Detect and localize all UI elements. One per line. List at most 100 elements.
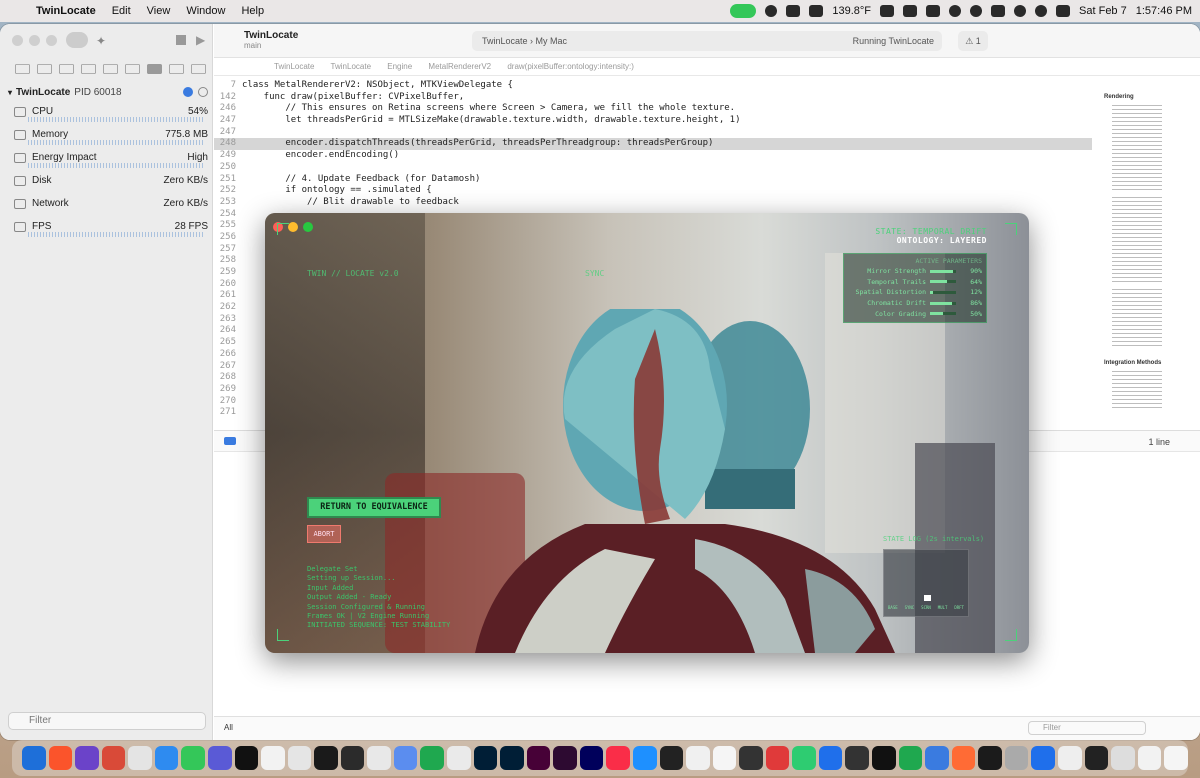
menu-help[interactable]: Help — [233, 5, 272, 17]
breadcrumb-item[interactable]: TwinLocate — [331, 62, 371, 71]
dock-app-icon[interactable] — [978, 746, 1002, 770]
console-toggle-icon[interactable] — [224, 437, 236, 445]
navigator-filter-field[interactable]: Filter — [8, 712, 206, 730]
k-icon[interactable] — [903, 5, 918, 17]
gauge-disk[interactable]: Disk Zero KB/s — [8, 169, 208, 192]
dock-app-icon[interactable] — [659, 746, 684, 770]
dock-app-icon[interactable] — [1111, 746, 1135, 770]
wifi-icon[interactable] — [1014, 5, 1027, 17]
breadcrumb-item[interactable]: TwinLocate — [274, 62, 314, 71]
dock-app-icon[interactable] — [1004, 746, 1029, 770]
bookmark-icon[interactable] — [59, 64, 74, 74]
dock-app-icon[interactable] — [367, 746, 391, 770]
parameter-row[interactable]: Spatial Distortion 12% — [848, 287, 982, 298]
gauge-cpu[interactable]: CPU 54% — [8, 100, 208, 123]
dock-app-icon[interactable] — [314, 746, 338, 770]
dock-app-icon[interactable] — [447, 746, 471, 770]
dock-app-icon[interactable] — [234, 746, 259, 770]
temperature-readout[interactable]: 139.8°F — [832, 5, 871, 17]
process-header[interactable]: ▾ TwinLocate PID 60018 — [8, 84, 208, 100]
dock-app-icon[interactable] — [951, 746, 976, 770]
sidebar-toggle-icon[interactable] — [66, 32, 88, 48]
menu-edit[interactable]: Edit — [104, 5, 139, 17]
code-line[interactable]: 7 class MetalRendererV2: NSObject, MTKVie… — [214, 80, 1092, 92]
breakpoints-icon[interactable] — [169, 64, 184, 74]
clipboard-icon[interactable] — [926, 5, 941, 17]
console-filter-field[interactable]: Filter — [1028, 721, 1146, 735]
dock-app-icon[interactable] — [500, 746, 524, 770]
control-center-icon[interactable] — [1056, 5, 1071, 17]
code-line[interactable]: 142 func draw(pixelBuffer: CVPixelBuffer… — [214, 92, 1092, 104]
run-icon[interactable]: ▶ — [196, 33, 205, 47]
close-button[interactable] — [12, 35, 23, 46]
minimize-button[interactable] — [29, 35, 40, 46]
menu-view[interactable]: View — [139, 5, 179, 17]
dock-app-icon[interactable] — [765, 746, 790, 770]
find-icon[interactable] — [81, 64, 96, 74]
dock-app-icon[interactable] — [393, 746, 418, 770]
dock-app-icon[interactable] — [872, 746, 896, 770]
gauge-network[interactable]: Network Zero KB/s — [8, 192, 208, 215]
destination-selector[interactable]: My Mac — [536, 36, 568, 46]
code-line[interactable]: 250 — [214, 162, 1092, 174]
dock-app-icon[interactable] — [1084, 746, 1109, 770]
menu-app-name[interactable]: TwinLocate — [28, 5, 104, 17]
parameter-row[interactable]: Temporal Trails 64% — [848, 277, 982, 288]
report-icon[interactable] — [191, 64, 206, 74]
settings-icon[interactable] — [198, 87, 208, 97]
dock-app-icon[interactable] — [792, 746, 816, 770]
app-zoom-button[interactable] — [303, 222, 313, 232]
dock-app-icon[interactable] — [128, 746, 152, 770]
info-icon[interactable] — [183, 87, 193, 97]
dock-app-icon[interactable] — [420, 746, 444, 770]
dock-app-icon[interactable] — [101, 746, 126, 770]
app-minimize-button[interactable] — [288, 222, 298, 232]
menu-time[interactable]: 1:57:46 PM — [1136, 5, 1192, 17]
return-to-equivalence-button[interactable]: RETURN TO EQUIVALENCE — [307, 497, 441, 518]
gauge-energy[interactable]: Energy Impact High — [8, 146, 208, 169]
sparkle-icon[interactable]: ✦ — [96, 34, 106, 48]
code-line[interactable]: 248 encoder.dispatchThreads(threadsPerGr… — [214, 138, 1092, 151]
dock-app-icon[interactable] — [1137, 746, 1162, 770]
parameter-row[interactable]: Chromatic Drift 86% — [848, 298, 982, 309]
history-icon[interactable] — [970, 5, 983, 17]
dock-app-icon[interactable] — [154, 746, 179, 770]
dock-app-icon[interactable] — [632, 746, 657, 770]
status-icon[interactable] — [765, 5, 778, 17]
stop-icon[interactable] — [176, 35, 186, 45]
debug-icon[interactable] — [147, 64, 162, 74]
dock-app-icon[interactable] — [845, 746, 869, 770]
dock-app-icon[interactable] — [712, 746, 737, 770]
controls-icon[interactable] — [809, 5, 824, 17]
warning-badge[interactable]: ⚠ 1 — [958, 31, 988, 51]
code-line[interactable]: 247 let threadsPerGrid = MTLSizeMake(dra… — [214, 115, 1092, 127]
tests-icon[interactable] — [125, 64, 140, 74]
dock-app-icon[interactable] — [553, 746, 577, 770]
cloud-icon[interactable] — [786, 5, 801, 17]
zoom-button[interactable] — [46, 35, 57, 46]
parameter-row[interactable]: Mirror Strength 90% — [848, 266, 982, 277]
scheme-selector[interactable]: TwinLocate — [482, 36, 528, 46]
dock-app-icon[interactable] — [925, 746, 949, 770]
code-line[interactable]: 251 // 4. Update Feedback (for Datamosh) — [214, 174, 1092, 186]
dock-app-icon[interactable] — [261, 746, 285, 770]
dock-app-icon[interactable] — [181, 746, 205, 770]
project-title[interactable]: TwinLocate main — [244, 30, 298, 50]
dock-app-icon[interactable] — [48, 746, 73, 770]
dock-app-icon[interactable] — [686, 746, 710, 770]
dock-app-icon[interactable] — [1164, 746, 1188, 770]
dock-app-icon[interactable] — [526, 746, 551, 770]
dock-app-icon[interactable] — [473, 746, 498, 770]
abort-button[interactable]: ABORT — [307, 525, 341, 543]
dock-app-icon[interactable] — [287, 746, 312, 770]
dock-app-icon[interactable] — [75, 746, 99, 770]
dock-app-icon[interactable] — [739, 746, 763, 770]
dock-app-icon[interactable] — [1031, 746, 1055, 770]
breadcrumb-item[interactable]: MetalRendererV2 — [428, 62, 491, 71]
dock-app-icon[interactable] — [606, 746, 630, 770]
menu-date[interactable]: Sat Feb 7 — [1079, 5, 1127, 17]
dock-app-icon[interactable] — [207, 746, 232, 770]
dock-app-icon[interactable] — [898, 746, 923, 770]
dock-app-icon[interactable] — [22, 746, 46, 770]
output-scope-selector[interactable]: All — [224, 723, 233, 732]
